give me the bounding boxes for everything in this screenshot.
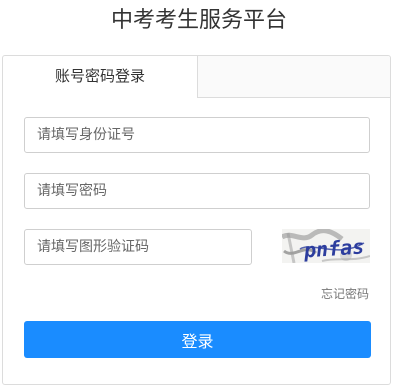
captcha-text: pnfas — [302, 234, 365, 262]
password-input[interactable] — [24, 173, 370, 209]
captcha-input[interactable] — [24, 229, 252, 265]
page-title: 中考考生服务平台 — [110, 8, 287, 33]
login-button[interactable]: 登录 — [24, 321, 371, 358]
id-number-input[interactable] — [24, 117, 370, 153]
tab-bar: 账号密码登录 — [3, 56, 390, 98]
login-card: 账号密码登录 pnfas 忘记密码 登录 — [2, 55, 391, 385]
captcha-image[interactable]: pnfas — [282, 229, 370, 263]
forgot-password-link[interactable]: 忘记密码 — [321, 285, 369, 302]
tab-password-login[interactable]: 账号密码登录 — [3, 56, 198, 98]
